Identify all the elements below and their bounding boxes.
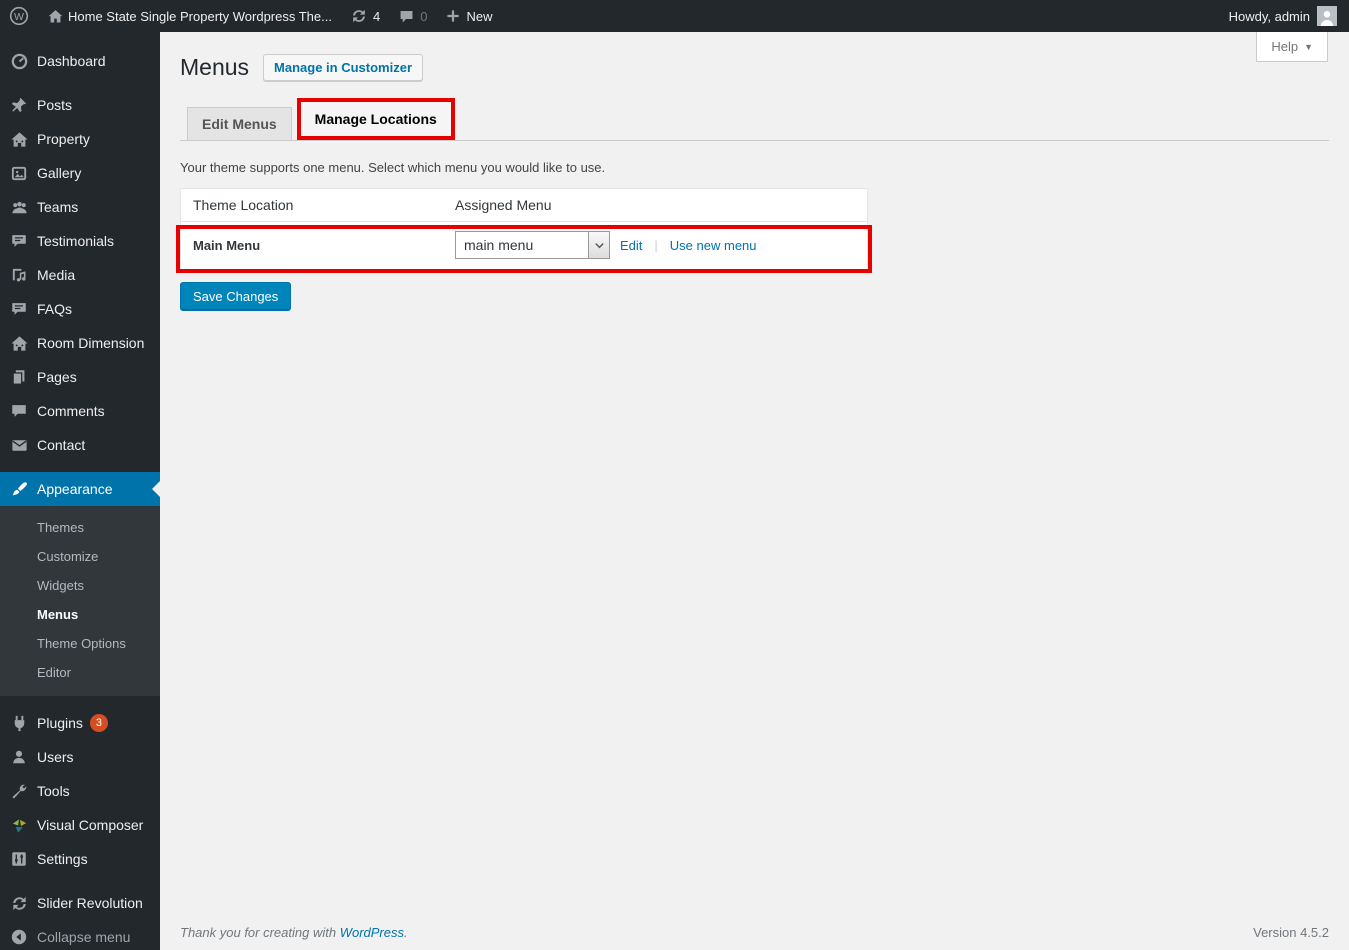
- column-header-assigned-menu: Assigned Menu: [455, 196, 552, 213]
- link-separator: |: [654, 237, 658, 253]
- table-header-row: Theme Location Assigned Menu: [181, 189, 867, 222]
- sidebar-item-comments[interactable]: Comments: [0, 394, 160, 428]
- menu-locations-table: Theme Location Assigned Menu Main Menu m…: [176, 187, 872, 273]
- submenu-item-customize[interactable]: Customize: [0, 542, 160, 571]
- sidebar-item-users[interactable]: Users: [0, 740, 160, 774]
- comments-link[interactable]: 0: [389, 0, 436, 32]
- avatar: [1317, 6, 1337, 26]
- sidebar-item-pages[interactable]: Pages: [0, 360, 160, 394]
- column-header-theme-location: Theme Location: [193, 196, 294, 213]
- nav-tab-wrapper: Edit Menus Manage Locations: [180, 97, 1329, 141]
- sidebar-item-faqs[interactable]: FAQs: [0, 292, 160, 326]
- use-new-menu-link[interactable]: Use new menu: [670, 238, 757, 253]
- collapse-arrow-icon: [9, 927, 29, 947]
- sidebar-item-visual-composer[interactable]: Visual Composer: [0, 808, 160, 842]
- sidebar-item-slider-revolution[interactable]: Slider Revolution: [0, 886, 160, 920]
- tab-manage-locations[interactable]: Manage Locations: [296, 97, 455, 140]
- sidebar-item-settings[interactable]: Settings: [0, 842, 160, 876]
- media-icon: [9, 265, 29, 285]
- manage-in-customizer-button[interactable]: Manage in Customizer: [263, 54, 424, 82]
- submenu-item-editor[interactable]: Editor: [0, 658, 160, 687]
- site-title: Home State Single Property Wordpress The…: [68, 8, 332, 24]
- sidebar-item-property[interactable]: Property: [0, 122, 160, 156]
- wordpress-logo-icon: W: [9, 6, 29, 26]
- menu-separator: [0, 876, 160, 886]
- comment-bubble-icon: [398, 8, 415, 25]
- sidebar-item-appearance[interactable]: Appearance: [0, 472, 160, 506]
- house-icon: [9, 129, 29, 149]
- site-name-link[interactable]: Home State Single Property Wordpress The…: [38, 0, 341, 32]
- account-menu[interactable]: Howdy, admin: [1217, 6, 1349, 26]
- dashboard-icon: [9, 51, 29, 71]
- house-icon: [9, 333, 29, 353]
- admin-bar: W Home State Single Property Wordpress T…: [0, 0, 1349, 32]
- svg-text:W: W: [14, 11, 24, 23]
- submenu-item-widgets[interactable]: Widgets: [0, 571, 160, 600]
- sidebar-item-tools[interactable]: Tools: [0, 774, 160, 808]
- menu-separator: [0, 78, 160, 88]
- menu-separator: [0, 696, 160, 706]
- sidebar-item-testimonials[interactable]: Testimonials: [0, 224, 160, 258]
- footer: Thank you for creating with WordPress. V…: [180, 925, 1329, 940]
- wordpress-logo-button[interactable]: W: [0, 0, 38, 32]
- circular-arrows-icon: [9, 893, 29, 913]
- plugins-update-badge: 3: [89, 714, 108, 732]
- sidebar-item-dashboard[interactable]: Dashboard: [0, 44, 160, 78]
- menu-separator: [0, 462, 160, 472]
- admin-sidebar: Dashboard Posts Property Gallery Teams T…: [0, 32, 160, 950]
- visual-composer-icon: [9, 815, 29, 835]
- sidebar-item-posts[interactable]: Posts: [0, 88, 160, 122]
- version-text: Version 4.5.2: [1253, 925, 1329, 940]
- edit-menu-link[interactable]: Edit: [620, 238, 642, 253]
- sidebar-item-gallery[interactable]: Gallery: [0, 156, 160, 190]
- appearance-submenu: Themes Customize Widgets Menus Theme Opt…: [0, 506, 160, 696]
- plugin-icon: [9, 713, 29, 733]
- selected-menu-value: main menu: [464, 237, 534, 254]
- assigned-menu-select[interactable]: main menu: [455, 231, 610, 260]
- pushpin-icon: [9, 95, 29, 115]
- submenu-item-menus[interactable]: Menus: [0, 600, 160, 629]
- comments-count: 0: [420, 8, 428, 24]
- tab-edit-menus[interactable]: Edit Menus: [187, 106, 292, 140]
- updates-count: 4: [372, 8, 381, 24]
- collapse-menu-button[interactable]: Collapse menu: [0, 920, 160, 950]
- settings-sliders-icon: [9, 849, 29, 869]
- gallery-icon: [9, 163, 29, 183]
- sidebar-item-media[interactable]: Media: [0, 258, 160, 292]
- help-label: Help: [1271, 39, 1299, 54]
- new-content-link[interactable]: New: [436, 0, 501, 32]
- chevron-down-icon: ▼: [1304, 41, 1313, 52]
- submenu-item-themes[interactable]: Themes: [0, 513, 160, 542]
- paintbrush-icon: [9, 479, 29, 499]
- sidebar-item-contact[interactable]: Contact: [0, 428, 160, 462]
- submenu-item-theme-options[interactable]: Theme Options: [0, 629, 160, 658]
- footer-thanks-text: Thank you for creating with WordPress.: [180, 925, 408, 940]
- groups-icon: [9, 197, 29, 217]
- howdy-text: Howdy, admin: [1228, 8, 1310, 24]
- location-name: Main Menu: [193, 237, 261, 253]
- pages-icon: [9, 367, 29, 387]
- theme-menu-description: Your theme supports one menu. Select whi…: [180, 159, 606, 175]
- comment-bubble-icon: [9, 401, 29, 421]
- wrench-icon: [9, 781, 29, 801]
- page-title: Menus: [180, 54, 250, 80]
- table-row: Main Menu main menu Edit | Use new menu: [181, 222, 867, 269]
- plus-icon: [445, 8, 461, 24]
- envelope-icon: [9, 435, 29, 455]
- faq-bubble-icon: [9, 299, 29, 319]
- updates-link[interactable]: 4: [341, 0, 389, 32]
- sidebar-item-plugins[interactable]: Plugins 3: [0, 706, 160, 740]
- sidebar-item-room-dimension[interactable]: Room Dimension: [0, 326, 160, 360]
- save-changes-button[interactable]: Save Changes: [180, 281, 292, 311]
- wordpress-link[interactable]: WordPress: [340, 925, 404, 940]
- help-tab[interactable]: Help ▼: [1256, 32, 1328, 62]
- main-content: Help ▼ Menus Manage in Customizer Edit M…: [160, 32, 1349, 950]
- select-chevron-icon: [588, 232, 609, 259]
- updates-icon: [350, 7, 368, 25]
- testimonial-icon: [9, 231, 29, 251]
- new-label: New: [466, 8, 493, 24]
- sidebar-item-teams[interactable]: Teams: [0, 190, 160, 224]
- user-icon: [9, 747, 29, 767]
- home-icon: [47, 8, 64, 25]
